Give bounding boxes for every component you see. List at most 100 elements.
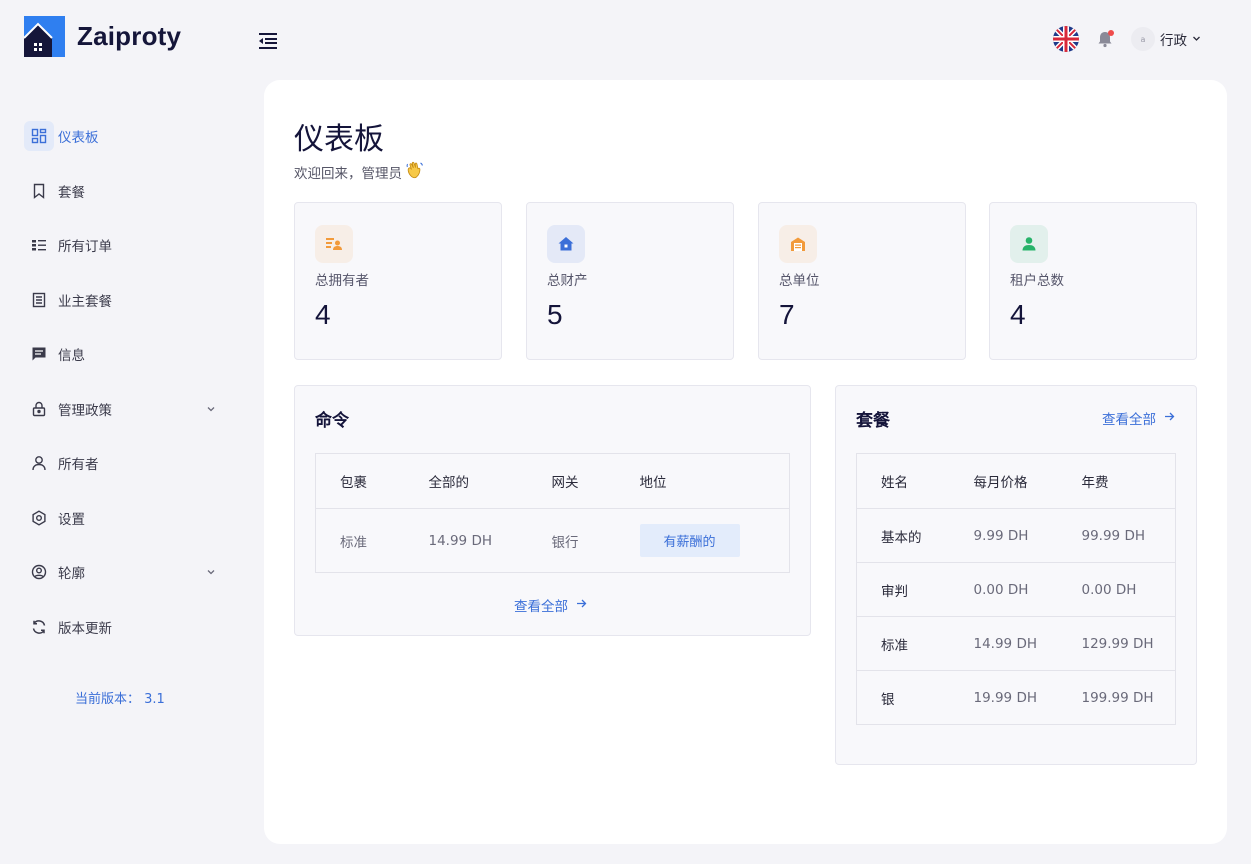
sidebar-item-owner-packages[interactable]: 业主套餐 <box>24 282 224 318</box>
sidebar-item-label: 所有者 <box>58 457 99 473</box>
sidebar-item-label: 设置 <box>58 511 85 528</box>
brand[interactable]: Zaiproty <box>23 16 182 57</box>
packages-card: 套餐 查看全部 姓名 每月价格 年费 基本的 9.99 DH 99.99 DH <box>835 385 1197 765</box>
packages-view-all-link[interactable]: 查看全部 <box>1102 408 1175 428</box>
stat-card-properties: 总财产 5 <box>526 202 734 360</box>
lock-icon <box>24 394 54 424</box>
refresh-icon <box>24 612 54 642</box>
status-badge: 有薪酬的 <box>639 524 740 557</box>
bookmark-icon <box>24 176 54 206</box>
sidebar-item-label: 业主套餐 <box>58 293 112 310</box>
column-header: 网关 <box>551 453 640 509</box>
package-name: 银 <box>881 691 895 708</box>
stat-label: 总财产 <box>547 273 588 289</box>
document-icon <box>24 285 54 315</box>
sidebar-item-all-orders[interactable]: 所有订单 <box>24 227 224 263</box>
stat-value: 4 <box>315 299 331 330</box>
header-actions: a 行政 <box>1053 26 1201 52</box>
stat-card-owners: 总拥有者 4 <box>294 202 502 360</box>
brand-name: Zaiproty <box>77 21 182 51</box>
sidebar-item-label: 版本更新 <box>58 620 112 637</box>
sidebar-item-label: 信息 <box>58 348 85 364</box>
sidebar-item-label: 轮廓 <box>58 566 85 582</box>
table-row[interactable]: 基本的 9.99 DH 99.99 DH <box>856 508 1176 563</box>
sidebar-item-messages[interactable]: 信息 <box>24 336 224 372</box>
garage-icon <box>779 225 817 263</box>
current-version: 当前版本： 3.1 <box>75 692 165 707</box>
profile-icon <box>24 557 54 587</box>
column-header: 每月价格 <box>973 453 1082 509</box>
uk-flag-icon[interactable] <box>1053 26 1079 52</box>
tenant-icon <box>1010 225 1048 263</box>
package-name: 基本的 <box>856 508 974 563</box>
sidebar-item-label: 管理政策 <box>58 402 112 419</box>
sidebar-item-packages[interactable]: 套餐 <box>24 173 224 209</box>
dashboard-icon <box>24 121 54 151</box>
owners-icon <box>315 225 353 263</box>
arrow-right-icon <box>576 597 587 613</box>
column-header: 全部的 <box>428 453 552 509</box>
arrow-right-icon <box>1164 410 1175 426</box>
sidebar-item-settings[interactable]: 设置 <box>24 500 224 536</box>
column-header: 包裹 <box>315 453 429 509</box>
avatar: a <box>1131 27 1155 51</box>
orders-view-all-link[interactable]: 查看全部 <box>514 595 587 615</box>
stat-card-tenants: 租户总数 4 <box>989 202 1197 360</box>
table-row[interactable]: 标准 14.99 DH 129.99 DH <box>856 616 1176 671</box>
view-all-label: 查看全部 <box>1102 412 1156 428</box>
sidebar: 仪表板 套餐 所有订单 业主套餐 信息 管理政策 所有者 设置 轮廓 版本更新 <box>24 118 224 663</box>
stat-card-units: 总单位 7 <box>758 202 966 360</box>
table-header-row: 姓名 每月价格 年费 <box>856 453 1176 509</box>
notification-bell-icon[interactable] <box>1093 27 1117 51</box>
order-total: 14.99 DH <box>428 532 493 549</box>
package-name: 标准 <box>856 616 974 671</box>
user-name: 行政 <box>1160 33 1187 49</box>
package-yearly-price: 99.99 DH <box>1081 508 1176 563</box>
welcome-message: 欢迎回来，管理员 <box>294 160 425 184</box>
sidebar-item-owners[interactable]: 所有者 <box>24 445 224 481</box>
table-row[interactable]: 银 19.99 DH 199.99 DH <box>857 671 1176 725</box>
package-yearly-price: 0.00 DH <box>1081 562 1176 617</box>
package-yearly-price: 129.99 DH <box>1081 616 1176 671</box>
stat-value: 4 <box>1010 299 1026 330</box>
chevron-down-icon <box>206 402 216 418</box>
table-row[interactable]: 标准 14.99 DH 银行 有薪酬的 <box>316 509 790 573</box>
sidebar-item-profile[interactable]: 轮廓 <box>24 554 224 590</box>
orders-table: 包裹 全部的 网关 地位 标准 14.99 DH 银行 有薪酬的 <box>315 453 790 573</box>
package-monthly-price: 19.99 DH <box>973 689 1038 706</box>
stat-label: 总拥有者 <box>315 273 369 289</box>
order-status-cell: 有薪酬的 <box>639 509 790 573</box>
welcome-text: 欢迎回来，管理员 <box>294 166 402 182</box>
sidebar-item-label: 套餐 <box>58 184 85 201</box>
sidebar-item-version-update[interactable]: 版本更新 <box>24 609 224 645</box>
table-row[interactable]: 审判 0.00 DH 0.00 DH <box>856 562 1176 617</box>
sidebar-item-label: 所有订单 <box>58 239 112 255</box>
stat-value: 5 <box>547 299 563 330</box>
notification-dot <box>1108 30 1114 36</box>
waving-hand-icon <box>405 160 425 184</box>
package-monthly-price: 14.99 DH <box>973 616 1082 671</box>
package-monthly-price: 0.00 DH <box>973 562 1082 617</box>
main-content: 仪表板 欢迎回来，管理员 总拥有者 4 总财产 5 总单位 7 租户总数 4 命… <box>264 80 1227 844</box>
home-icon <box>547 225 585 263</box>
chevron-down-icon <box>1192 31 1201 47</box>
column-header: 地位 <box>639 453 790 509</box>
package-yearly-price: 199.99 DH <box>1081 689 1154 706</box>
orders-title: 命令 <box>315 411 349 431</box>
column-header: 年费 <box>1081 453 1176 509</box>
message-icon <box>24 339 54 369</box>
packages-table: 姓名 每月价格 年费 基本的 9.99 DH 99.99 DH 审判 0.00 … <box>856 453 1176 725</box>
view-all-label: 查看全部 <box>514 599 568 615</box>
sidebar-item-dashboard[interactable]: 仪表板 <box>24 118 224 154</box>
menu-toggle-icon[interactable] <box>256 30 280 52</box>
stat-label: 总单位 <box>779 273 820 289</box>
order-package: 标准 <box>340 534 367 551</box>
sidebar-item-label: 仪表板 <box>58 130 99 146</box>
order-gateway: 银行 <box>551 534 579 551</box>
user-menu[interactable]: a 行政 <box>1131 27 1201 51</box>
stat-value: 7 <box>779 299 795 330</box>
package-name: 审判 <box>856 562 974 617</box>
gear-icon <box>24 503 54 533</box>
page-title: 仪表板 <box>294 122 384 157</box>
sidebar-item-policies[interactable]: 管理政策 <box>24 391 224 427</box>
